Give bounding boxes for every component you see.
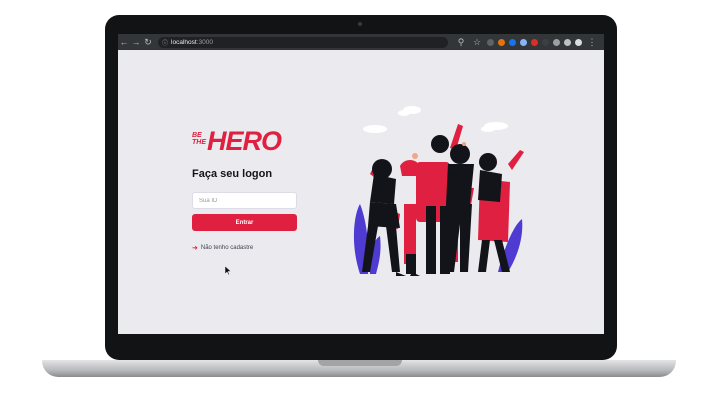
laptop-notch xyxy=(318,360,402,366)
mouse-cursor-icon xyxy=(225,266,231,275)
login-button[interactable]: Entrar xyxy=(192,214,297,231)
extension-icon[interactable] xyxy=(520,38,527,46)
logo-hero-text: HERO xyxy=(207,126,282,156)
back-icon[interactable]: ← xyxy=(118,34,130,50)
extension-icon[interactable] xyxy=(509,38,516,46)
page-title: Faça seu logon xyxy=(192,168,273,180)
register-link-label: Não tenho cadastre xyxy=(200,245,254,251)
register-link[interactable]: ➜ Não tenho cadastre xyxy=(192,244,253,252)
webcam xyxy=(358,22,362,26)
forward-icon[interactable]: → xyxy=(130,34,142,50)
reload-icon[interactable]: ↻ xyxy=(142,34,154,50)
login-arrow-icon: ➜ xyxy=(192,245,198,252)
profile-avatar[interactable] xyxy=(575,38,582,46)
menu-icon[interactable]: ⋮ xyxy=(586,34,598,50)
address-bar[interactable]: ⓘ localhost:3000 xyxy=(158,36,448,48)
browser-window: ← → ↻ ⓘ localhost:3000 ⚲ ☆ ⋮ BE THE HERO… xyxy=(118,34,604,334)
url-port: :3000 xyxy=(196,38,213,46)
extension-icon[interactable] xyxy=(498,38,505,46)
extensions-area: ⚲ ☆ ⋮ xyxy=(455,34,604,50)
url-host: localhost xyxy=(171,38,197,46)
logo-small-text: BE THE xyxy=(192,132,206,146)
browser-toolbar: ← → ↻ ⓘ localhost:3000 ⚲ ☆ ⋮ xyxy=(118,34,604,50)
extension-icon[interactable] xyxy=(531,38,538,46)
info-icon[interactable]: ⓘ xyxy=(162,38,168,47)
heroes-illustration xyxy=(353,106,524,276)
star-icon[interactable]: ☆ xyxy=(471,34,483,50)
extension-icon[interactable] xyxy=(564,38,571,46)
extension-icon[interactable] xyxy=(542,38,549,46)
search-icon[interactable]: ⚲ xyxy=(455,34,467,50)
extension-icon[interactable] xyxy=(553,38,560,46)
id-input[interactable] xyxy=(192,192,297,209)
extension-icon[interactable] xyxy=(487,38,494,46)
